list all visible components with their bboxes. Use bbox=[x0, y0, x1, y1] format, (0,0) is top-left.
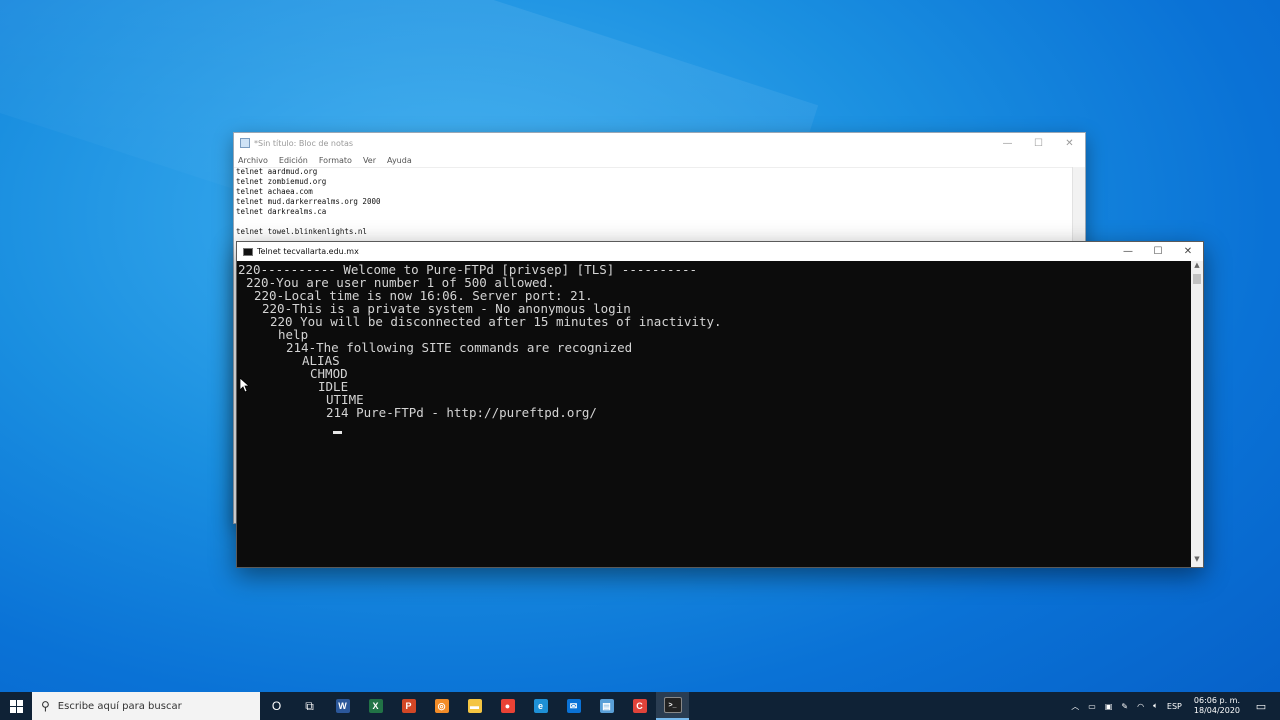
mouse-pointer-icon bbox=[240, 378, 249, 393]
scroll-thumb[interactable] bbox=[1193, 274, 1201, 284]
menu-edicion[interactable]: Edición bbox=[279, 156, 308, 165]
taskbar: ⚲ Escribe aquí para buscar O ⧉ W X P ◎ ▬ ● e ✉ ▤ C >… bbox=[0, 692, 1280, 720]
console-line: 220 You will be disconnected after 15 mi… bbox=[270, 314, 722, 329]
app-orange-taskbar-button[interactable]: ◎ bbox=[425, 692, 458, 720]
text-cursor bbox=[333, 431, 342, 434]
cortana-taskbar-button[interactable]: O bbox=[260, 692, 293, 720]
console-titlebar[interactable]: Telnet tecvallarta.edu.mx — ☐ ✕ bbox=[237, 242, 1203, 261]
excel-taskbar-button[interactable]: X bbox=[359, 692, 392, 720]
windows-logo-icon bbox=[9, 699, 23, 713]
scroll-up-icon[interactable]: ▲ bbox=[1191, 261, 1203, 273]
notepad-line: telnet darkrealms.ca bbox=[236, 207, 327, 216]
meet-now-icon[interactable]: ▣ bbox=[1105, 702, 1113, 711]
camtasia-taskbar-button[interactable]: C bbox=[623, 692, 656, 720]
notepad-taskbar-button[interactable]: ▤ bbox=[590, 692, 623, 720]
menu-archivo[interactable]: Archivo bbox=[238, 156, 268, 165]
console-output[interactable]: 220---------- Welcome to Pure-FTPd [priv… bbox=[237, 261, 1191, 567]
notepad-icon: ▤ bbox=[599, 699, 614, 713]
taskbar-search-box[interactable]: ⚲ Escribe aquí para buscar bbox=[32, 692, 260, 720]
powerpoint-icon: P bbox=[401, 699, 416, 713]
telnet-console-window[interactable]: Telnet tecvallarta.edu.mx — ☐ ✕ 220-----… bbox=[236, 241, 1204, 568]
console-title: Telnet tecvallarta.edu.mx bbox=[257, 247, 359, 256]
file-explorer-taskbar-button[interactable]: ▬ bbox=[458, 692, 491, 720]
minimize-icon[interactable]: — bbox=[992, 138, 1023, 149]
language-indicator[interactable]: ESP bbox=[1167, 702, 1182, 711]
edge-icon: e bbox=[533, 699, 548, 713]
cortana-icon: O bbox=[271, 699, 282, 713]
scroll-down-icon[interactable]: ▼ bbox=[1191, 555, 1203, 567]
task-view-taskbar-button[interactable]: ⧉ bbox=[293, 692, 326, 720]
notepad-line: telnet achaea.com bbox=[236, 187, 313, 196]
app-orange-icon: ◎ bbox=[434, 699, 449, 713]
clock-date: 18/04/2020 bbox=[1193, 706, 1240, 715]
notepad-line: telnet towel.blinkenlights.nl bbox=[236, 227, 367, 236]
edge-taskbar-button[interactable]: e bbox=[524, 692, 557, 720]
excel-icon: X bbox=[368, 699, 383, 713]
maximize-icon[interactable]: ☐ bbox=[1143, 246, 1173, 257]
menu-formato[interactable]: Formato bbox=[319, 156, 352, 165]
minimize-icon[interactable]: — bbox=[1113, 246, 1143, 257]
notepad-title: *Sin título: Bloc de notas bbox=[254, 138, 354, 148]
chevron-up-icon[interactable]: ︿ bbox=[1071, 701, 1079, 712]
console-line: 214 Pure-FTPd - http://pureftpd.org/ bbox=[326, 405, 597, 420]
volume-icon[interactable]: 🔈︎ bbox=[1153, 701, 1158, 711]
clock-time: 06:06 p. m. bbox=[1193, 696, 1240, 705]
notepad-line: telnet zombiemud.org bbox=[236, 177, 327, 186]
word-taskbar-button[interactable]: W bbox=[326, 692, 359, 720]
start-button[interactable] bbox=[0, 692, 32, 720]
taskbar-apps: O ⧉ W X P ◎ ▬ ● e ✉ ▤ C >_ bbox=[260, 692, 689, 720]
maximize-icon[interactable]: ☐ bbox=[1023, 138, 1054, 149]
network-device-icon[interactable]: ▭ bbox=[1088, 702, 1096, 711]
close-icon[interactable]: ✕ bbox=[1173, 246, 1203, 257]
notepad-titlebar[interactable]: *Sin título: Bloc de notas — ☐ ✕ bbox=[234, 133, 1085, 153]
chrome-taskbar-button[interactable]: ● bbox=[491, 692, 524, 720]
notepad-menubar: Archivo Edición Formato Ver Ayuda bbox=[234, 153, 1085, 168]
cmd-taskbar-button[interactable]: >_ bbox=[656, 692, 689, 720]
cmd-icon: >_ bbox=[663, 697, 682, 713]
file-explorer-icon: ▬ bbox=[467, 699, 482, 713]
chrome-icon: ● bbox=[500, 699, 515, 713]
system-tray: ︿ ▭ ▣ ✎ ◠ 🔈︎ ESP 06:06 p. m. 18/04/2020 … bbox=[1062, 692, 1280, 720]
console-scrollbar[interactable]: ▲ ▼ bbox=[1191, 261, 1203, 567]
console-app-icon bbox=[243, 247, 253, 256]
notepad-app-icon bbox=[240, 138, 250, 148]
notification-icon[interactable]: ▭ bbox=[1252, 700, 1270, 713]
notepad-line: telnet aardmud.org bbox=[236, 167, 318, 176]
notepad-line bbox=[236, 217, 1071, 227]
search-placeholder: Escribe aquí para buscar bbox=[57, 700, 182, 712]
mail-icon: ✉ bbox=[566, 699, 581, 713]
search-icon: ⚲ bbox=[41, 699, 50, 713]
notepad-text-area[interactable]: telnet aardmud.org telnet zombiemud.org … bbox=[236, 167, 1071, 237]
powerpoint-taskbar-button[interactable]: P bbox=[392, 692, 425, 720]
clock[interactable]: 06:06 p. m. 18/04/2020 bbox=[1194, 696, 1240, 716]
menu-ver[interactable]: Ver bbox=[363, 156, 376, 165]
close-icon[interactable]: ✕ bbox=[1054, 138, 1085, 149]
pen-icon[interactable]: ✎ bbox=[1121, 702, 1128, 711]
mail-taskbar-button[interactable]: ✉ bbox=[557, 692, 590, 720]
menu-ayuda[interactable]: Ayuda bbox=[387, 156, 412, 165]
camtasia-icon: C bbox=[632, 699, 647, 713]
notepad-line: telnet mud.darkerrealms.org 2000 bbox=[236, 197, 381, 206]
wifi-icon[interactable]: ◠ bbox=[1137, 702, 1144, 711]
word-icon: W bbox=[335, 699, 350, 713]
task-view-icon: ⧉ bbox=[305, 698, 314, 713]
